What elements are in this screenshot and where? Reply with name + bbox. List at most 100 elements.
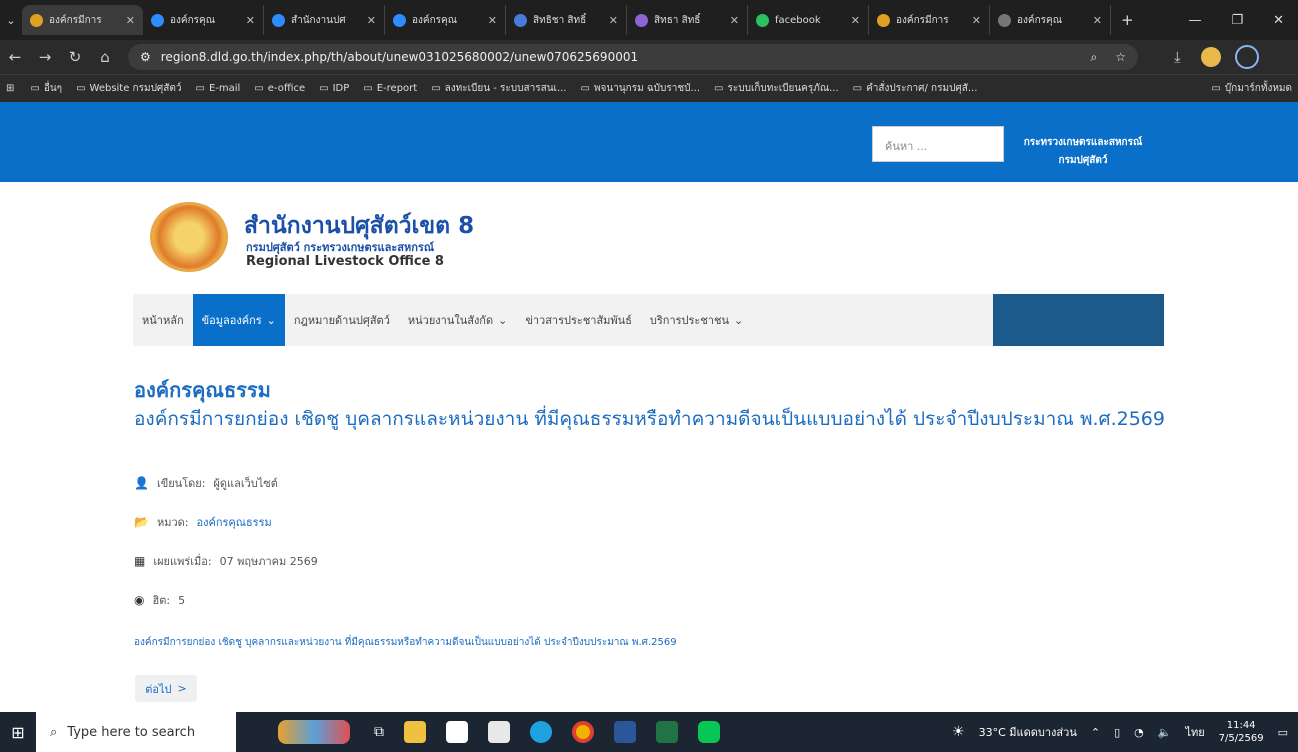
bookmark-item[interactable]: ▭ Website กรมปศุสัตว์ [76, 81, 181, 96]
tray-up-icon[interactable]: ⌃ [1091, 726, 1100, 739]
maximize-icon[interactable]: ❐ [1231, 13, 1243, 28]
tab-title: องค์กรมีการ [49, 14, 102, 26]
published-meta: ▦ เผยแพร่เมื่อ: 07 พฤษภาคม 2569 [134, 552, 318, 570]
bookmark-item[interactable]: ▭ E-mail [195, 81, 240, 96]
browser-tab[interactable]: องค์กรคุณ ✕ [143, 5, 264, 35]
site-info-icon[interactable]: ⚙ [140, 50, 151, 64]
weather-icon[interactable]: ☀ [952, 724, 965, 740]
menu-item-label: กฎหมายด้านปศุสัตว์ [293, 314, 390, 327]
browser-tab[interactable]: สิทธิชา สิทธิ์ ✕ [506, 5, 627, 35]
back-icon[interactable]: ← [0, 48, 30, 66]
menu-item[interactable]: หน่วยงานในสังกัด ⌄ [399, 294, 516, 346]
bookmark-label: IDP [332, 83, 350, 94]
user-icon: 👤 [134, 476, 149, 490]
tab-close-icon[interactable]: ✕ [488, 14, 497, 27]
browser-tab[interactable]: องค์กรมีการ ✕ [22, 5, 143, 35]
bookmark-item[interactable]: ▭ พจนานุกรม ฉบับราชบั... [580, 81, 700, 96]
tab-close-icon[interactable]: ✕ [367, 14, 376, 27]
bookmark-label: ระบบเก็บทะเบียนครุภัณ... [727, 83, 839, 94]
bookmark-label: พจนานุกรม ฉบับราชบั... [593, 83, 701, 94]
battery-icon[interactable]: ▯ [1114, 726, 1120, 739]
browser-tab[interactable]: องค์กรคุณ ✕ [385, 5, 506, 35]
word-icon[interactable] [614, 721, 636, 743]
mail-icon[interactable] [488, 721, 510, 743]
tab-close-icon[interactable]: ✕ [730, 14, 739, 27]
excel-icon[interactable] [656, 721, 678, 743]
volume-icon[interactable]: 🔈 [1158, 726, 1172, 739]
bookmark-item[interactable]: ▭ e-office [254, 81, 305, 96]
tab-close-icon[interactable]: ✕ [1093, 14, 1102, 27]
edge-icon[interactable] [530, 721, 552, 743]
bookmark-item[interactable]: ▭ อื่นๆ [30, 81, 62, 96]
line-icon[interactable] [698, 721, 720, 743]
article-body-link[interactable]: องค์กรมีการยกย่อง เชิดชู บุคลากรและหน่วย… [134, 635, 677, 650]
menu-item[interactable]: หน้าหลัก [133, 294, 193, 346]
forward-icon[interactable]: → [30, 48, 60, 66]
author-value: ผู้ดูแลเว็บไซต์ [213, 477, 278, 490]
taskbar-search[interactable]: ⌕ Type here to search [36, 712, 236, 752]
bookmark-item[interactable]: ▭ ระบบเก็บทะเบียนครุภัณ... [714, 81, 839, 96]
ministry-links[interactable]: กระทรวงเกษตรและสหกรณ์ กรมปศุสัตว์ [1022, 134, 1144, 170]
url-field[interactable]: ⚙ region8.dld.go.th/index.php/th/about/u… [128, 44, 1138, 70]
download-icon[interactable]: ⤓ [1174, 48, 1181, 66]
tab-close-icon[interactable]: ✕ [246, 14, 255, 27]
menu-item[interactable]: บริการประชาชน ⌄ [641, 294, 752, 346]
bookmark-item[interactable]: ▭ คำสั่งประกาศ/ กรมปศุสั... [853, 81, 978, 96]
tab-title: สำนักงานปศ [291, 14, 346, 26]
tab-favicon-icon [756, 13, 769, 27]
bookmark-star-icon[interactable]: ☆ [1115, 50, 1126, 65]
reload-icon[interactable]: ↻ [60, 48, 90, 66]
minimize-icon[interactable]: — [1188, 13, 1201, 28]
org-english-name: Regional Livestock Office 8 [246, 254, 444, 269]
clock[interactable]: 11:44 7/5/2569 [1219, 719, 1264, 745]
tab-close-icon[interactable]: ✕ [851, 14, 860, 27]
article-title[interactable]: องค์กรมีการยกย่อง เชิดชู บุคลากรและหน่วย… [134, 406, 1174, 432]
menu-right-block [993, 294, 1164, 346]
home-icon[interactable]: ⌂ [90, 48, 120, 66]
tab-close-icon[interactable]: ✕ [609, 14, 618, 27]
chrome-icon[interactable] [572, 721, 594, 743]
tab-title: สิทธิชา สิทธิ์ [533, 14, 587, 26]
calendar-icon: ▦ [134, 554, 146, 568]
file-explorer-icon[interactable] [404, 721, 426, 743]
close-window-icon[interactable]: ✕ [1273, 13, 1284, 28]
bookmark-item[interactable]: ▭ IDP [319, 81, 349, 96]
notification-icon[interactable]: ▭ [1278, 726, 1288, 739]
menu-item[interactable]: ข่าวสารประชาสัมพันธ์ [516, 294, 641, 346]
bookmark-item[interactable]: ▭ ลงทะเบียน - ระบบสารสนเ... [431, 81, 566, 96]
tab-title: องค์กรคุณ [170, 14, 215, 26]
browser-tab[interactable]: องค์กรมีการ ✕ [869, 5, 990, 35]
apps-grid-icon[interactable]: ⊞ [6, 83, 14, 94]
profile-avatar[interactable] [1200, 47, 1221, 67]
zoom-icon[interactable]: ⌕ [1091, 50, 1098, 65]
department-link[interactable]: กรมปศุสัตว์ [1022, 152, 1144, 170]
bookmark-label: E-mail [208, 83, 241, 94]
tab-close-icon[interactable]: ✕ [126, 14, 135, 27]
store-icon[interactable] [446, 721, 468, 743]
browser-tab[interactable]: องค์กรคุณ ✕ [990, 5, 1111, 35]
tab-favicon-icon [151, 13, 164, 27]
windows-start-icon[interactable]: ⊞ [0, 723, 36, 742]
tab-search-icon[interactable]: ⌄ [0, 14, 22, 27]
category-link[interactable]: องค์กรคุณธรรม [196, 513, 271, 531]
org-logo[interactable] [150, 202, 228, 272]
language-indicator[interactable]: ไทย [1185, 723, 1204, 741]
network-icon[interactable]: ◔ [1134, 726, 1144, 739]
bookmark-item[interactable]: ▭ E-report [363, 81, 417, 96]
next-button[interactable]: ต่อไป > [135, 675, 197, 702]
new-tab-button[interactable]: + [1111, 11, 1144, 29]
browser-tab[interactable]: สำนักงานปศ ✕ [264, 5, 385, 35]
task-view-icon[interactable]: ⧉ [374, 724, 384, 740]
browser-tab[interactable]: สิทธา สิทธิ์ ✕ [627, 5, 748, 35]
browser-tab[interactable]: facebook ✕ [748, 5, 869, 35]
assistant-icon[interactable] [1234, 45, 1259, 69]
search-highlight-image[interactable] [278, 720, 350, 744]
all-bookmarks[interactable]: ▭ บุ๊กมาร์กทั้งหมด [1211, 81, 1298, 96]
ministry-link[interactable]: กระทรวงเกษตรและสหกรณ์ [1022, 134, 1144, 152]
weather-text[interactable]: 33°C มีแดดบางส่วน [979, 723, 1077, 741]
category-meta: 📂 หมวด: องค์กรคุณธรรม [134, 513, 272, 531]
menu-item[interactable]: กฎหมายด้านปศุสัตว์ [285, 294, 399, 346]
tab-close-icon[interactable]: ✕ [972, 14, 981, 27]
site-search-input[interactable]: ค้นหา ... [872, 126, 1004, 162]
menu-item[interactable]: ข้อมูลองค์กร ⌄ [192, 294, 285, 346]
